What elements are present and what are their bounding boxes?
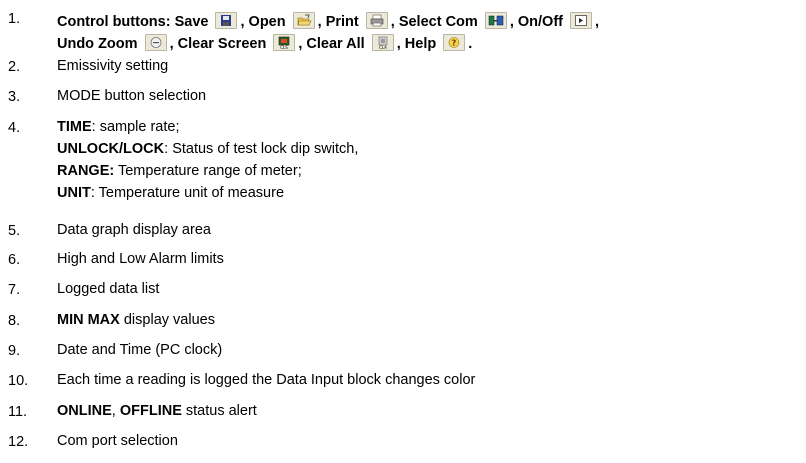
undo-zoom-icon <box>144 34 167 51</box>
separator: , <box>111 403 120 419</box>
item-number: 10. <box>8 373 29 389</box>
status-alert-desc: status alert <box>181 403 257 419</box>
item-number: 5. <box>8 223 21 239</box>
line1-end: , <box>595 14 600 30</box>
item-text: Com port selection <box>57 433 178 449</box>
item-text: Data graph display area <box>57 222 211 238</box>
min-max-desc: display values <box>119 312 215 328</box>
save-icon <box>215 12 238 29</box>
clear-screen-label: , Clear Screen <box>169 36 267 52</box>
svg-text:?: ? <box>452 39 457 48</box>
item-number: 12. <box>8 434 29 450</box>
item-number: 7. <box>8 282 21 298</box>
item-text: ONLINE, OFFLINE status alert <box>57 400 257 422</box>
line2-end: . <box>468 36 473 52</box>
help-icon: ? <box>443 34 466 51</box>
svg-text:CLS: CLS <box>281 45 289 49</box>
online-label: ONLINE <box>57 403 112 419</box>
select-com-icon <box>484 12 507 29</box>
item-text: Date and Time (PC clock) <box>57 342 223 358</box>
item-number: 8. <box>8 313 21 329</box>
offline-label: OFFLINE <box>119 403 182 419</box>
undo-zoom-label: Undo Zoom <box>57 36 138 52</box>
item-text: TIME: sample rate; UNLOCK/LOCK: Status o… <box>57 116 358 204</box>
time-label: TIME <box>57 119 92 135</box>
item-text: Logged data list <box>57 281 160 297</box>
range-label: RANGE: <box>57 163 115 179</box>
item-number: 1. <box>8 11 21 27</box>
item-text: Emissivity setting <box>57 58 169 74</box>
unit-desc: : Temperature unit of measure <box>90 185 285 201</box>
control-buttons-save-label: Control buttons: Save <box>57 14 209 30</box>
item-text-line2: Undo Zoom , Clear Screen CLS , Clear All… <box>57 33 472 55</box>
clear-all-label: , Clear All <box>298 36 365 52</box>
help-label: , Help <box>396 36 437 52</box>
item-number: 3. <box>8 89 21 105</box>
svg-text:CLA: CLA <box>379 45 387 49</box>
time-desc: : sample rate; <box>91 119 180 135</box>
open-label: , Open <box>240 14 286 30</box>
item-text: MIN MAX display values <box>57 309 215 331</box>
item-number: 6. <box>8 252 21 268</box>
item-text: MODE button selection <box>57 88 207 104</box>
open-icon <box>292 12 315 29</box>
unlock-lock-label: UNLOCK/LOCK <box>57 141 165 157</box>
min-max-label: MIN MAX <box>57 312 120 328</box>
print-label: , Print <box>317 14 359 30</box>
item-number: 4. <box>8 120 21 136</box>
item-text: High and Low Alarm limits <box>57 251 224 267</box>
item-number: 2. <box>8 59 21 75</box>
item-text: Each time a reading is logged the Data I… <box>57 372 476 388</box>
select-com-label: , Select Com <box>390 14 478 30</box>
range-desc: Temperature range of meter; <box>114 163 302 179</box>
item-text-line1: Control buttons: Save , Open , Print , S… <box>57 11 599 33</box>
clear-all-icon: CLA <box>371 34 394 51</box>
print-icon <box>365 12 388 29</box>
unlock-lock-desc: : Status of test lock dip switch, <box>164 141 359 157</box>
item-number: 11. <box>8 404 28 420</box>
on-off-icon <box>570 12 593 29</box>
item-number: 9. <box>8 343 21 359</box>
unit-label: UNIT <box>57 185 91 201</box>
on-off-label: , On/Off <box>509 14 563 30</box>
clear-screen-icon: CLS <box>273 34 296 51</box>
